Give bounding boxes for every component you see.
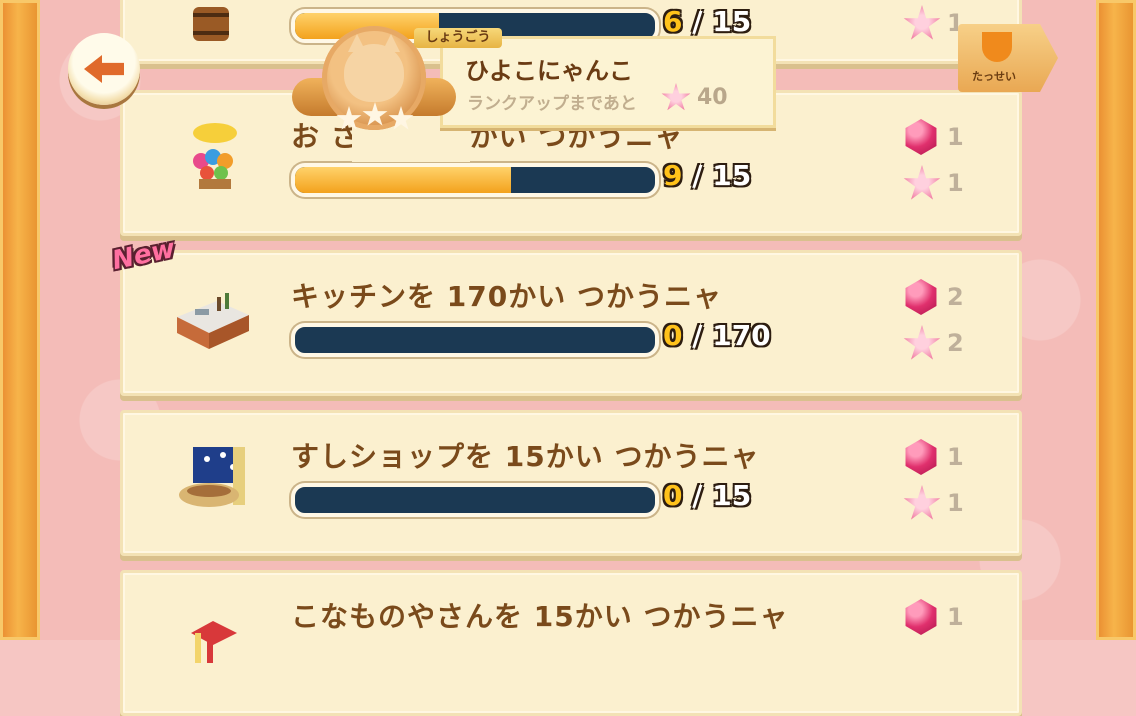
gem-icon	[905, 439, 937, 475]
gem-reward: 2	[903, 279, 983, 319]
trophy-icon	[982, 32, 1012, 62]
progress-fill	[295, 167, 511, 193]
rank-tag: しょうごう	[414, 28, 502, 48]
gem-reward: 1	[903, 119, 983, 159]
rank-panel[interactable]: ひよこにゃんこ ランクアップまであと 40	[440, 36, 776, 128]
gem-icon	[905, 599, 937, 635]
mission-title: こなものやさんを 15かい つかうニャ	[291, 600, 789, 633]
next-rank-label: ランクアップまであと	[467, 94, 637, 114]
star-reward: 1	[903, 485, 983, 525]
back-arrow-icon	[84, 55, 124, 83]
star-icon	[903, 165, 941, 200]
star-icon	[903, 485, 941, 520]
mission-card: すしショップを 15かい つかうニャ 0 / 15 1 1	[120, 410, 1022, 556]
gem-icon	[905, 279, 937, 315]
star-icon	[388, 106, 414, 130]
star-icon	[362, 102, 388, 126]
star-reward: 1	[903, 165, 983, 205]
progress-bar	[291, 163, 659, 197]
back-button[interactable]	[68, 33, 140, 105]
konamono-shop-icon	[173, 603, 253, 673]
progress-count: 0 / 170	[663, 319, 771, 352]
sushi-shop-icon	[173, 443, 253, 513]
gem-reward: 1	[903, 439, 983, 479]
cat-face-icon	[344, 44, 404, 102]
star-icon	[336, 106, 362, 130]
barrel-icon	[189, 7, 233, 43]
left-frame	[0, 0, 40, 640]
star-icon	[903, 5, 941, 40]
achievements-button[interactable]: たっせい	[958, 24, 1058, 92]
kitchen-icon	[173, 283, 253, 353]
gem-reward: 1	[903, 599, 983, 639]
medal-stars	[336, 102, 416, 132]
star-icon	[903, 325, 941, 360]
progress-bar	[291, 483, 659, 517]
mission-title: すしショップを 15かい つかうニャ	[291, 440, 760, 473]
flower-stall-icon	[173, 123, 253, 193]
gem-icon	[905, 119, 937, 155]
star-reward: 2	[903, 325, 983, 365]
next-rank-points: 40	[697, 85, 728, 110]
mission-card: キッチンを 170かい つかうニャ 0 / 170 2 2	[120, 250, 1022, 396]
mission-card: こなものやさんを 15かい つかうニャ 1	[120, 570, 1022, 716]
mission-title: キッチンを 170かい つかうニャ	[291, 280, 722, 313]
right-frame	[1096, 0, 1136, 640]
progress-count: 0 / 15	[663, 479, 752, 512]
progress-count: 6 / 15	[663, 5, 752, 38]
progress-bar	[291, 323, 659, 357]
progress-count: 9 / 15	[663, 159, 752, 192]
achievements-label: たっせい	[972, 70, 1016, 83]
star-icon	[661, 83, 691, 111]
rank-name: ひよこにゃんこ	[465, 57, 633, 85]
